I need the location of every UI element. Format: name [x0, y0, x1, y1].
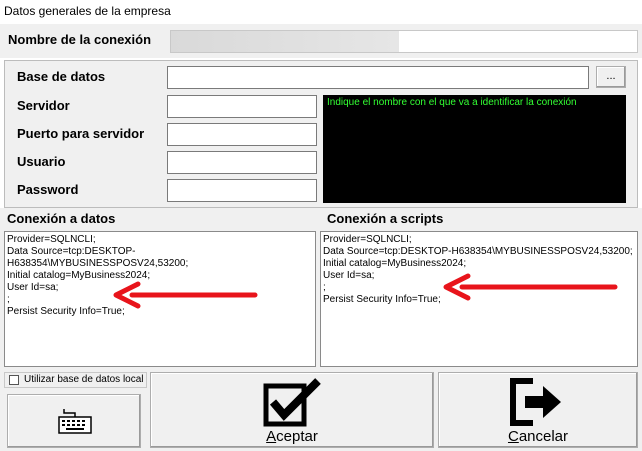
user-input[interactable]: [167, 151, 317, 174]
local-db-checkbox[interactable]: [9, 375, 19, 385]
password-label: Password: [17, 182, 79, 197]
checkmark-icon: [263, 378, 321, 427]
user-label: Usuario: [17, 154, 66, 169]
connection-name-label: Nombre de la conexión: [8, 32, 152, 47]
browse-database-button[interactable]: ...: [596, 66, 626, 88]
accept-button-label: Aceptar: [151, 428, 433, 445]
annotation-arrow-right: [443, 273, 618, 301]
port-label: Puerto para servidor: [17, 126, 145, 141]
server-label: Servidor: [17, 98, 70, 113]
local-db-checkbox-row[interactable]: Utilizar base de datos local: [4, 372, 147, 388]
server-input[interactable]: [167, 95, 317, 118]
accept-hotkey-letter: A: [266, 428, 277, 445]
port-input[interactable]: [167, 123, 317, 146]
cancel-label-rest: ancelar: [518, 428, 569, 445]
password-input[interactable]: [167, 179, 317, 202]
connection-name-input[interactable]: [170, 30, 638, 53]
cancel-button[interactable]: Cancelar: [438, 372, 638, 448]
cancel-hotkey-letter: C: [507, 428, 519, 445]
exit-arrow-icon: [510, 378, 561, 426]
keyboard-button[interactable]: [7, 394, 141, 448]
database-label: Base de datos: [17, 69, 106, 84]
connection-name-masked: [171, 31, 399, 52]
annotation-arrow-left: [113, 281, 258, 309]
accept-label-rest: ceptar: [276, 428, 318, 445]
window-title: Datos generales de la empresa: [0, 0, 642, 24]
data-connection-label: Conexión a datos: [7, 211, 116, 226]
accept-button[interactable]: Aceptar: [150, 372, 434, 448]
hint-panel: Indique el nombre con el que va a identi…: [323, 95, 626, 203]
database-input[interactable]: [167, 66, 589, 89]
cancel-button-label: Cancelar: [439, 428, 637, 445]
keyboard-icon: [58, 409, 92, 434]
local-db-checkbox-label: Utilizar base de datos local: [24, 374, 144, 385]
script-connection-label: Conexión a scripts: [327, 211, 444, 226]
